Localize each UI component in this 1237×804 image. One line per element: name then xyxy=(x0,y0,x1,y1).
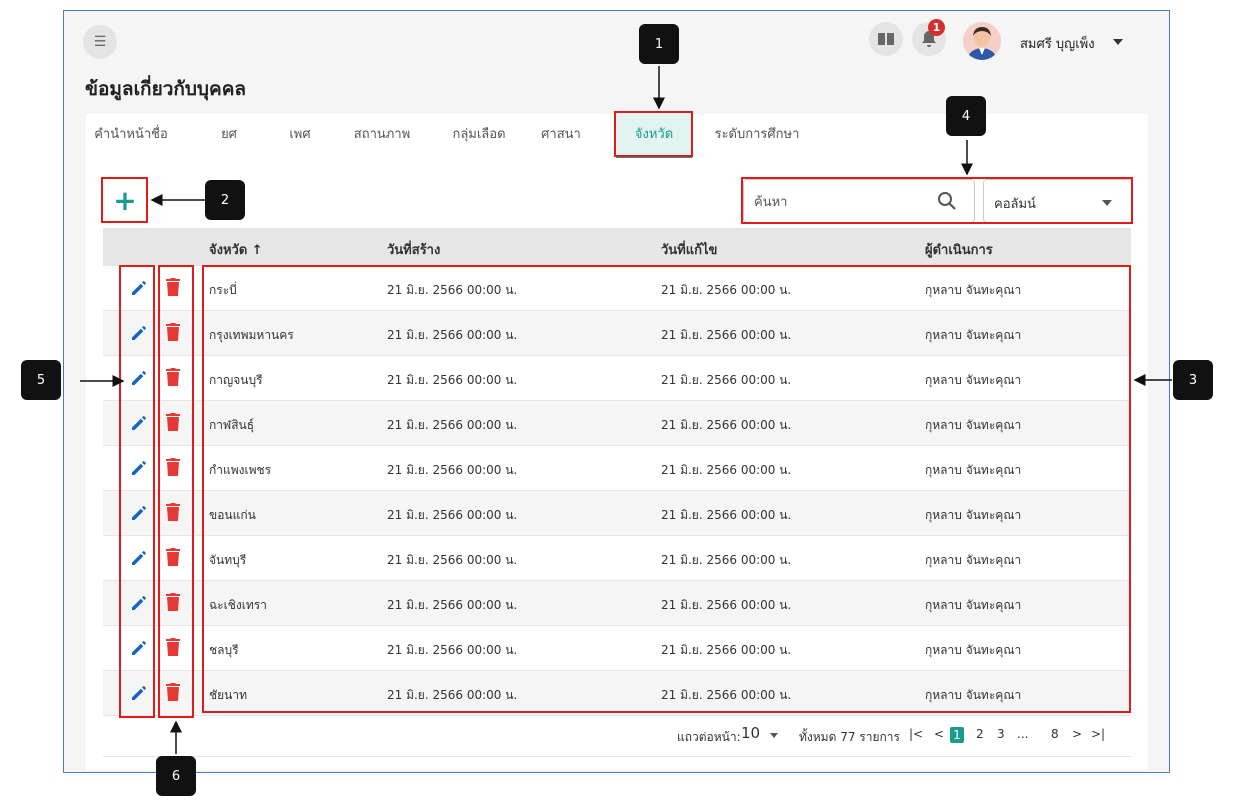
highlight-box-1 xyxy=(614,111,693,157)
user-name[interactable]: สมศรี บุญเพ็ง xyxy=(1020,33,1095,54)
tab-marital-status[interactable]: สถานภาพ xyxy=(344,114,420,158)
tab-education-level[interactable]: ระดับการศึกษา xyxy=(702,114,812,158)
page-ellipsis: ... xyxy=(1017,727,1029,741)
highlight-box-6 xyxy=(158,265,194,718)
notification-badge: 1 xyxy=(928,19,945,36)
rows-per-page-label: แถวต่อหน้า: xyxy=(677,730,741,744)
highlight-box-3 xyxy=(202,265,1131,713)
user-menu-chevron-down-icon[interactable] xyxy=(1113,39,1123,45)
tab-rank[interactable]: ยศ xyxy=(212,114,246,158)
page-8-button[interactable]: 8 xyxy=(1051,727,1059,741)
first-page-button[interactable]: |< xyxy=(909,727,923,741)
page-2-button[interactable]: 2 xyxy=(976,727,984,741)
highlight-box-2 xyxy=(101,177,148,223)
avatar[interactable] xyxy=(963,22,1001,60)
highlight-box-4 xyxy=(741,177,1133,224)
last-page-button[interactable]: >| xyxy=(1091,727,1105,741)
highlight-box-5 xyxy=(119,265,155,718)
prev-page-button[interactable]: < xyxy=(934,727,944,741)
tab-blood-group[interactable]: กลุ่มเลือด xyxy=(442,114,516,158)
page-title: ข้อมูลเกี่ยวกับบุคคล xyxy=(85,78,247,100)
column-header-operator[interactable]: ผู้ดำเนินการ xyxy=(925,239,993,260)
total-count: ทั้งหมด 77 รายการ xyxy=(799,730,900,744)
tab-religion[interactable]: ศาสนา xyxy=(536,114,586,158)
callout-3: 3 xyxy=(1173,360,1213,400)
callout-6: 6 xyxy=(156,756,196,796)
tab-gender[interactable]: เพศ xyxy=(280,114,320,158)
book-icon[interactable] xyxy=(869,22,903,56)
callout-4: 4 xyxy=(946,96,986,136)
column-header-province[interactable]: จังหวัด ↑ xyxy=(209,239,263,260)
tab-title-prefix[interactable]: คำนำหน้าชื่อ xyxy=(86,114,176,158)
chevron-down-icon[interactable] xyxy=(770,733,778,738)
page-1-button[interactable]: 1 xyxy=(950,727,964,743)
page-3-button[interactable]: 3 xyxy=(997,727,1005,741)
next-page-button[interactable]: > xyxy=(1072,727,1082,741)
pagination-bar: แถวต่อหน้า: 10 ทั้งหมด 77 รายการ |< < 1 … xyxy=(103,716,1131,757)
callout-1: 1 xyxy=(639,24,679,64)
rows-per-page-select[interactable]: 10 xyxy=(741,724,760,742)
column-header-modified[interactable]: วันที่แก้ไข xyxy=(661,239,717,260)
callout-2: 2 xyxy=(205,180,245,220)
menu-toggle-icon[interactable]: ☰ xyxy=(83,25,117,59)
table-header: จังหวัด ↑ วันที่สร้าง วันที่แก้ไข ผู้ดำเ… xyxy=(103,228,1131,266)
callout-5: 5 xyxy=(21,360,61,400)
column-header-created[interactable]: วันที่สร้าง xyxy=(387,239,440,260)
